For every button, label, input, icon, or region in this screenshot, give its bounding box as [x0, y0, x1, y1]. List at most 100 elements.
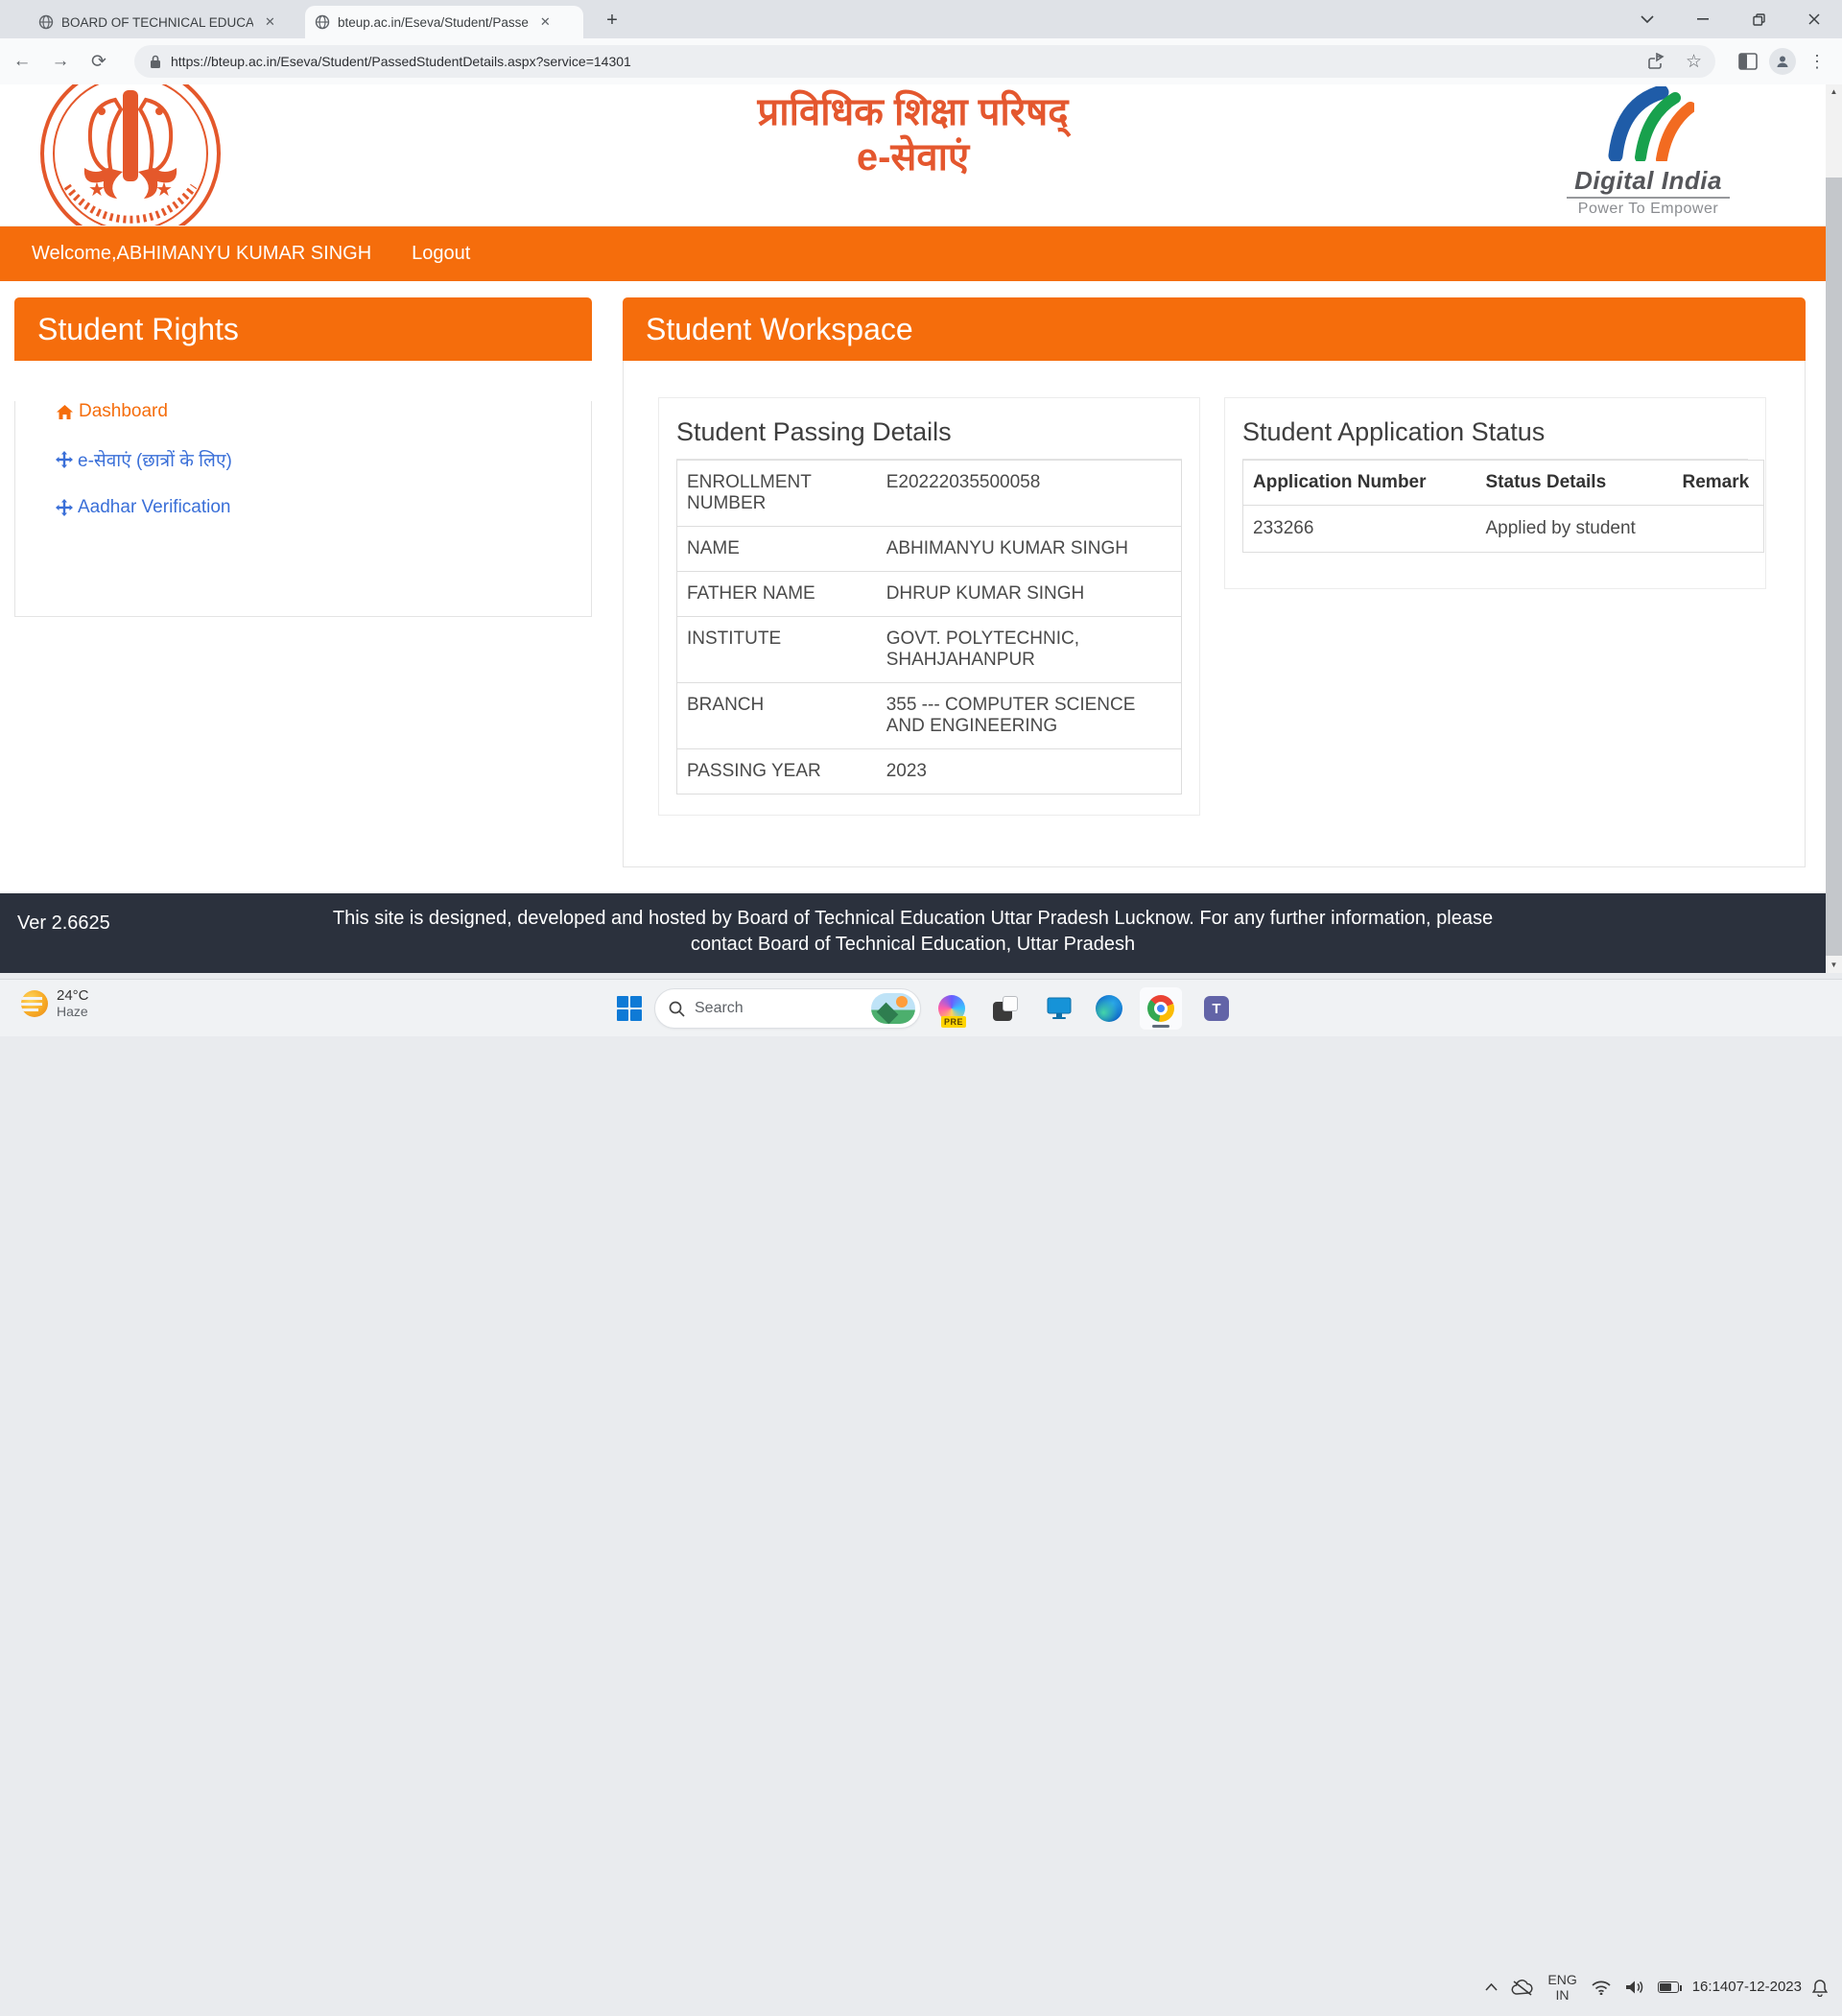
search-icon — [669, 1001, 685, 1017]
scrollbar-thumb[interactable] — [1826, 178, 1842, 956]
student-rights-title: Student Rights — [14, 297, 592, 361]
row-value: 2023 — [877, 749, 1182, 795]
window-chevron-down-icon[interactable] — [1619, 0, 1675, 38]
welcome-text: Welcome,ABHIMANYU KUMAR SINGH — [32, 243, 371, 265]
weather-temp: 24°C — [57, 987, 89, 1004]
tab-bteup-eseva[interactable]: bteup.ac.in/Eseva/Student/Passe ✕ — [305, 6, 583, 38]
column-header: Status Details — [1476, 461, 1673, 506]
site-header: ★ ★ प्राविधिक शिक्षा परिषद् e-सेवाएं Dig… — [0, 84, 1826, 226]
tab-board-of-technical-education[interactable]: BOARD OF TECHNICAL EDUCATI ✕ — [29, 6, 294, 38]
tab-close-icon[interactable]: ✕ — [261, 12, 279, 32]
haze-sun-icon — [21, 990, 48, 1017]
bookmark-star-icon[interactable]: ☆ — [1686, 51, 1702, 73]
start-button[interactable] — [614, 993, 645, 1024]
share-icon[interactable] — [1647, 53, 1666, 70]
windows-taskbar: 24°C Haze Search PRE T — [0, 979, 1842, 1036]
tab-close-icon[interactable]: ✕ — [536, 12, 555, 32]
browser-menu-icon[interactable]: ⋮ — [1800, 52, 1834, 72]
column-header: Application Number — [1243, 461, 1476, 506]
copilot-pre-badge: PRE — [941, 1016, 966, 1028]
row-value: ABHIMANYU KUMAR SINGH — [877, 527, 1182, 572]
row-label: BRANCH — [677, 683, 877, 749]
chrome-active-indicator — [1152, 1025, 1169, 1028]
logout-link[interactable]: Logout — [412, 243, 470, 265]
digital-india-swoosh-icon — [1602, 86, 1694, 161]
wifi-icon[interactable] — [1591, 1980, 1612, 1995]
scroll-down-arrow[interactable]: ▼ — [1826, 958, 1842, 973]
site-title: प्राविधिक शिक्षा परिषद् e-सेवाएं — [0, 90, 1826, 180]
row-label: PASSING YEAR — [677, 749, 877, 795]
forward-button[interactable]: → — [44, 45, 77, 78]
table-header-row: Application Number Status Details Remark — [1243, 461, 1764, 506]
table-row: BRANCH 355 --- COMPUTER SCIENCE AND ENGI… — [677, 683, 1182, 749]
window-close-button[interactable] — [1786, 0, 1842, 38]
taskbar-search-box[interactable]: Search — [654, 988, 921, 1029]
passing-details-table: ENROLLMENT NUMBER E20222035500058 NAME A… — [676, 460, 1182, 795]
row-value: 355 --- COMPUTER SCIENCE AND ENGINEERING — [877, 683, 1182, 749]
version-text: Ver 2.6625 — [17, 913, 110, 935]
url-text[interactable]: https://bteup.ac.in/Eseva/Student/Passed… — [171, 54, 1641, 69]
teams-icon[interactable]: T — [1201, 993, 1232, 1024]
window-restore-button[interactable] — [1731, 0, 1786, 38]
page-scrollbar[interactable]: ▲ ▼ — [1826, 84, 1842, 973]
table-row: FATHER NAME DHRUP KUMAR SINGH — [677, 572, 1182, 617]
student-workspace-panel: Student Workspace Student Passing Detail… — [623, 297, 1806, 867]
student-rights-panel: Student Rights Dashboard e-सेवाएं (छात्र… — [14, 297, 592, 617]
site-title-line2: e-सेवाएं — [0, 135, 1826, 180]
battery-icon[interactable] — [1658, 1981, 1679, 1993]
site-title-line1: प्राविधिक शिक्षा परिषद् — [0, 90, 1826, 135]
chrome-icon-active[interactable] — [1140, 987, 1182, 1030]
row-value: E20222035500058 — [877, 461, 1182, 527]
row-label: FATHER NAME — [677, 572, 877, 617]
application-number-cell: 233266 — [1243, 506, 1476, 553]
tray-chevron-up-icon[interactable] — [1485, 1983, 1498, 1991]
passing-details-title: Student Passing Details — [676, 417, 1182, 460]
svg-text:★: ★ — [88, 179, 106, 201]
language-indicator[interactable]: ENGIN — [1547, 1972, 1576, 2003]
row-value: GOVT. POLYTECHNIC, SHAHJAHANPUR — [877, 617, 1182, 683]
browser-toolbar: ← → ⟳ https://bteup.ac.in/Eseva/Student/… — [0, 38, 1842, 84]
table-row: PASSING YEAR 2023 — [677, 749, 1182, 795]
table-row: NAME ABHIMANYU KUMAR SINGH — [677, 527, 1182, 572]
edge-icon[interactable] — [1094, 993, 1124, 1024]
home-icon — [56, 404, 74, 420]
application-status-table: Application Number Status Details Remark… — [1242, 460, 1764, 553]
taskbar-weather-widget[interactable]: 24°C Haze — [21, 987, 89, 1019]
application-status-title: Student Application Status — [1242, 417, 1748, 460]
notifications-bell-icon[interactable] — [1811, 1979, 1829, 1997]
arrows-icon — [56, 451, 73, 468]
sidebar-item-eseva[interactable]: e-सेवाएं (छात्रों के लिए) — [56, 447, 591, 472]
digital-india-name: Digital India — [1567, 166, 1730, 199]
back-button[interactable]: ← — [6, 45, 38, 78]
copilot-icon[interactable]: PRE — [936, 993, 967, 1024]
table-row: 233266 Applied by student — [1243, 506, 1764, 553]
task-view-icon[interactable] — [990, 993, 1021, 1024]
onedrive-offline-icon[interactable] — [1511, 1980, 1534, 1996]
tray-time: 16:14 — [1692, 1978, 1729, 1997]
welcome-bar: Welcome,ABHIMANYU KUMAR SINGH Logout — [0, 226, 1826, 281]
tray-date: 07-12-2023 — [1728, 1978, 1802, 1997]
refresh-button[interactable]: ⟳ — [83, 45, 115, 78]
tab-title: BOARD OF TECHNICAL EDUCATI — [61, 15, 253, 30]
table-row: ENROLLMENT NUMBER E20222035500058 — [677, 461, 1182, 527]
table-row: INSTITUTE GOVT. POLYTECHNIC, SHAHJAHANPU… — [677, 617, 1182, 683]
window-minimize-button[interactable] — [1675, 0, 1731, 38]
profile-avatar[interactable] — [1765, 48, 1800, 75]
volume-icon[interactable] — [1625, 1980, 1644, 1995]
new-tab-button[interactable]: + — [599, 8, 626, 35]
desktop-monitor-icon[interactable] — [1044, 993, 1074, 1024]
tray-clock[interactable]: 16:14 07-12-2023 — [1692, 1978, 1802, 1997]
application-status-section: Student Application Status Application N… — [1224, 397, 1766, 589]
remark-cell — [1673, 506, 1764, 553]
status-details-cell: Applied by student — [1476, 506, 1673, 553]
row-label: ENROLLMENT NUMBER — [677, 461, 877, 527]
sidebar-item-aadhar-verification[interactable]: Aadhar Verification — [56, 497, 591, 518]
side-panel-icon[interactable] — [1731, 53, 1765, 70]
row-value: DHRUP KUMAR SINGH — [877, 572, 1182, 617]
address-bar[interactable]: https://bteup.ac.in/Eseva/Student/Passed… — [134, 45, 1715, 78]
sidebar-item-dashboard[interactable]: Dashboard — [56, 401, 591, 422]
search-highlight-image[interactable] — [871, 993, 915, 1024]
scroll-up-arrow[interactable]: ▲ — [1826, 84, 1842, 100]
sidebar-item-label: e-सेवाएं (छात्रों के लिए) — [78, 447, 232, 472]
lock-icon[interactable] — [150, 55, 161, 69]
